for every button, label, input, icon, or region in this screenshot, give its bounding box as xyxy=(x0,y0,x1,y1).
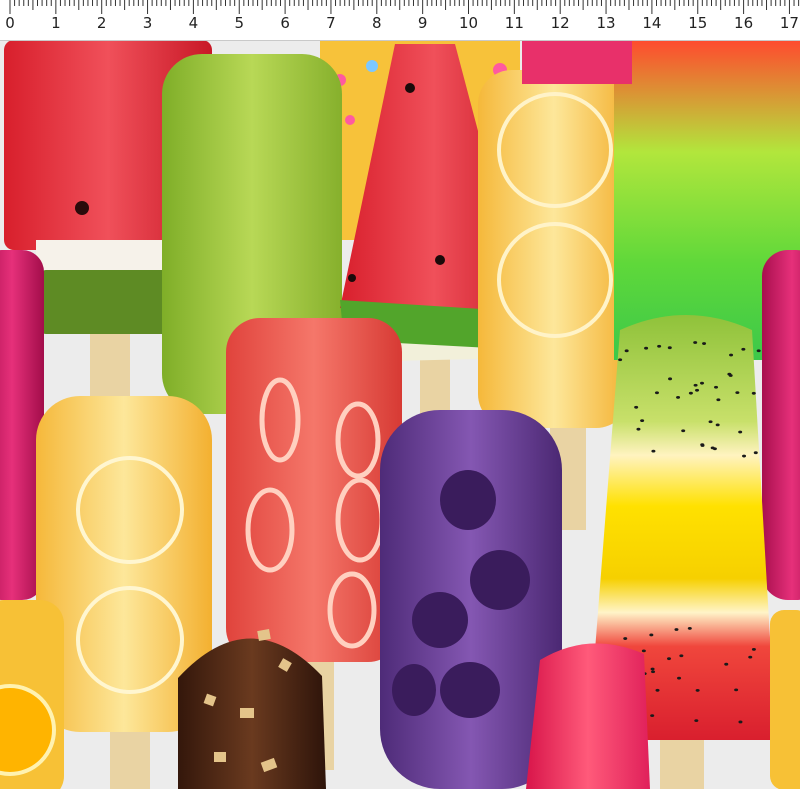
seed xyxy=(651,670,656,674)
seed xyxy=(624,349,629,353)
seed xyxy=(748,655,753,659)
ruler-label: 10 xyxy=(458,14,479,32)
ruler-label: 2 xyxy=(96,14,107,32)
pink-popsicle xyxy=(526,643,650,789)
ruler-label: 5 xyxy=(234,14,245,32)
seed xyxy=(674,628,679,631)
seed xyxy=(695,689,700,692)
seed xyxy=(657,344,662,348)
seed xyxy=(679,654,684,658)
measuring-ruler: 0 1 2 3 4 5 6 7 8 9 10 11 12 13 14 15 16 17 xyxy=(0,0,800,41)
seed xyxy=(668,377,673,381)
ruler-label: 0 xyxy=(5,14,15,32)
seed xyxy=(693,341,698,344)
seed xyxy=(728,374,733,377)
seed xyxy=(738,720,743,724)
seed xyxy=(634,405,639,409)
seed xyxy=(695,388,700,392)
ruler-label: 7 xyxy=(326,14,336,32)
seed xyxy=(667,346,672,350)
seed xyxy=(640,419,645,423)
seed xyxy=(751,391,756,395)
seed xyxy=(712,447,717,451)
seed xyxy=(742,454,747,458)
seed xyxy=(714,385,719,389)
seed xyxy=(681,429,686,433)
seed xyxy=(618,358,623,362)
ruler-label: 12 xyxy=(550,14,570,32)
seed xyxy=(649,633,654,637)
seed xyxy=(641,649,646,653)
seed xyxy=(729,353,734,357)
seed xyxy=(734,688,739,692)
popsicle-illustration xyxy=(0,40,800,789)
seed xyxy=(702,342,707,345)
seed xyxy=(667,657,672,661)
seed xyxy=(650,714,655,718)
ruler-label: 16 xyxy=(734,14,754,32)
seed xyxy=(756,349,761,353)
seed xyxy=(694,719,699,723)
seed xyxy=(724,662,729,666)
seed xyxy=(644,346,649,350)
seed xyxy=(693,383,698,387)
seed xyxy=(623,637,628,640)
seed xyxy=(738,430,743,434)
seed xyxy=(688,391,693,395)
seed xyxy=(753,451,758,455)
ruler-ticks xyxy=(9,0,800,14)
seed xyxy=(687,627,692,630)
lemon-popsicle-bottom-left xyxy=(0,600,64,789)
ruler-label: 15 xyxy=(688,14,708,32)
ruler-label: 11 xyxy=(504,14,524,32)
ruler-label: 17 xyxy=(779,14,799,32)
seed xyxy=(708,420,713,424)
ruler-label: 4 xyxy=(188,14,199,32)
seed xyxy=(655,688,660,692)
seed xyxy=(700,381,705,385)
ruler-label: 1 xyxy=(51,14,61,32)
ruler-label: 3 xyxy=(142,14,153,32)
seed xyxy=(676,395,681,399)
ruler-label: 8 xyxy=(372,14,382,32)
seed xyxy=(654,391,659,395)
seed xyxy=(650,667,655,671)
seed xyxy=(651,449,656,453)
magenta-popsicle-right xyxy=(762,250,800,600)
ruler-label: 14 xyxy=(642,14,662,32)
seed xyxy=(751,647,756,651)
ruler-label: 6 xyxy=(280,14,290,32)
seed xyxy=(735,391,740,395)
seed xyxy=(741,347,746,351)
seed xyxy=(700,443,705,447)
popsicle-pattern-image xyxy=(0,40,800,789)
seed xyxy=(715,423,720,427)
ruler-label: 9 xyxy=(417,14,428,32)
ruler-label: 13 xyxy=(596,14,616,32)
lemon-popsicle-bottom-right xyxy=(770,610,800,789)
seed xyxy=(636,427,641,431)
seed xyxy=(716,398,721,402)
seed xyxy=(677,676,682,680)
